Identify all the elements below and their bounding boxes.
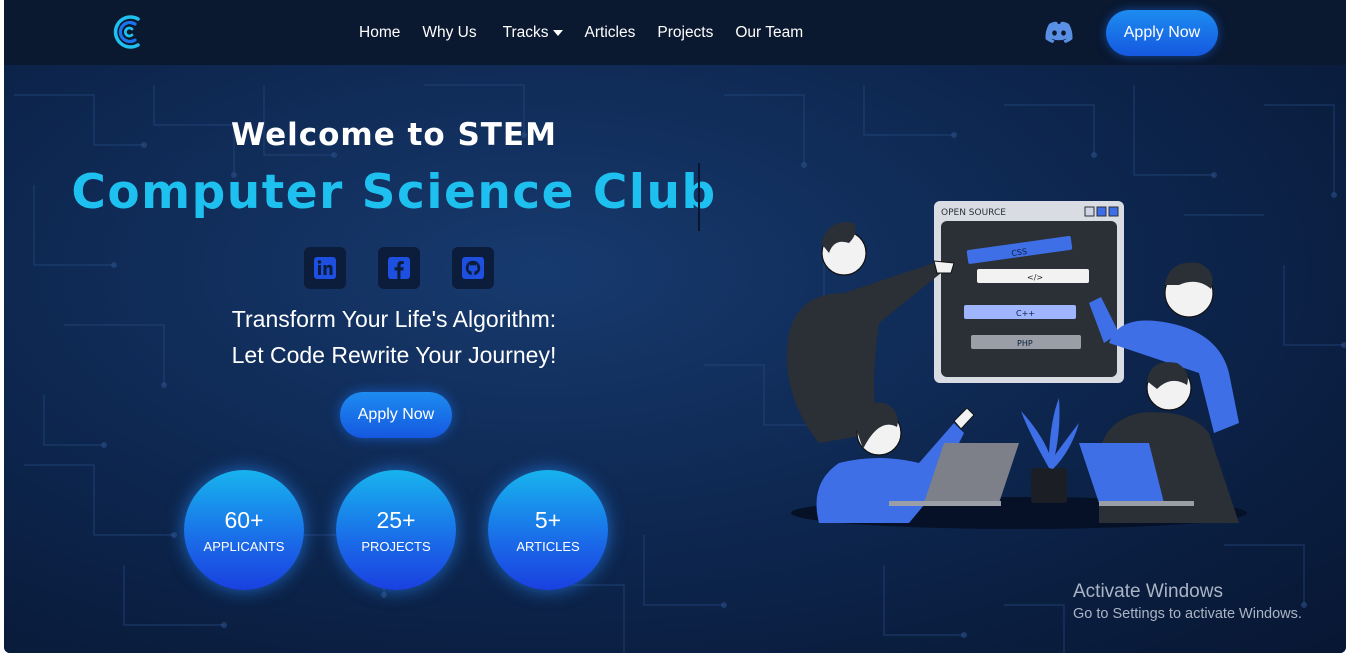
nav-link-articles[interactable]: Articles bbox=[585, 23, 636, 43]
typing-cursor bbox=[698, 163, 700, 231]
open-source-window: OPEN SOURCE bbox=[934, 201, 1124, 383]
code-label-tags: </> bbox=[1027, 273, 1043, 282]
plant bbox=[1021, 398, 1079, 503]
nav-link-why-us[interactable]: Why Us bbox=[422, 23, 476, 43]
code-label-cpp: C++ bbox=[1016, 309, 1035, 318]
github-link[interactable] bbox=[452, 247, 494, 289]
nav-link-projects[interactable]: Projects bbox=[657, 23, 713, 43]
welcome-heading: Welcome to STEM bbox=[231, 117, 557, 153]
linkedin-icon bbox=[314, 257, 336, 279]
stat-label: ARTICLES bbox=[516, 538, 580, 554]
stats-row: 60+ APPLICANTS 25+ PROJECTS 5+ ARTICLES bbox=[184, 470, 608, 590]
stat-articles: 5+ ARTICLES bbox=[488, 470, 608, 590]
club-name-heading: Computer Science Club bbox=[71, 165, 717, 220]
navbar: Home Why Us Tracks Articles Projects Our… bbox=[4, 0, 1346, 65]
social-links bbox=[304, 247, 494, 289]
stat-value: 60+ bbox=[224, 506, 264, 533]
watermark-title: Activate Windows bbox=[1073, 581, 1223, 602]
nav-link-tracks[interactable]: Tracks bbox=[503, 23, 563, 43]
stat-value: 25+ bbox=[376, 506, 416, 533]
github-icon bbox=[462, 257, 484, 279]
team-coding-illustration: OPEN SOURCE CSS </> C++ PHP bbox=[787, 201, 1247, 529]
windows-activation-watermark: Activate Windows Go to Settings to activ… bbox=[1073, 581, 1302, 622]
nav-links: Home Why Us Tracks Articles Projects Our… bbox=[359, 23, 825, 43]
facebook-link[interactable] bbox=[378, 247, 420, 289]
stat-projects: 25+ PROJECTS bbox=[336, 470, 456, 590]
stat-applicants: 60+ APPLICANTS bbox=[184, 470, 304, 590]
facebook-icon bbox=[388, 257, 410, 279]
stat-value: 5+ bbox=[534, 506, 562, 533]
stat-label: APPLICANTS bbox=[203, 538, 285, 554]
discord-icon[interactable] bbox=[1044, 20, 1074, 44]
nav-link-tracks-label: Tracks bbox=[502, 24, 549, 41]
hero-section: Welcome to STEM Computer Science Club Tr… bbox=[4, 65, 1346, 653]
club-logo[interactable] bbox=[110, 12, 146, 52]
tagline-line-2: Let Code Rewrite Your Journey! bbox=[231, 342, 557, 368]
watermark-subtitle: Go to Settings to activate Windows. bbox=[1073, 606, 1302, 622]
nav-link-our-team[interactable]: Our Team bbox=[735, 23, 803, 43]
apply-now-hero-button[interactable]: Apply Now bbox=[340, 392, 452, 438]
code-label-php: PHP bbox=[1017, 339, 1033, 348]
caret-down-icon bbox=[552, 30, 563, 36]
stat-label: PROJECTS bbox=[361, 538, 431, 554]
page-frame: Home Why Us Tracks Articles Projects Our… bbox=[4, 0, 1346, 653]
tagline-line-1: Transform Your Life's Algorithm: bbox=[231, 306, 557, 332]
linkedin-link[interactable] bbox=[304, 247, 346, 289]
apply-now-nav-button[interactable]: Apply Now bbox=[1106, 10, 1218, 56]
nav-link-home[interactable]: Home bbox=[359, 23, 400, 43]
window-title: OPEN SOURCE bbox=[941, 208, 1006, 218]
